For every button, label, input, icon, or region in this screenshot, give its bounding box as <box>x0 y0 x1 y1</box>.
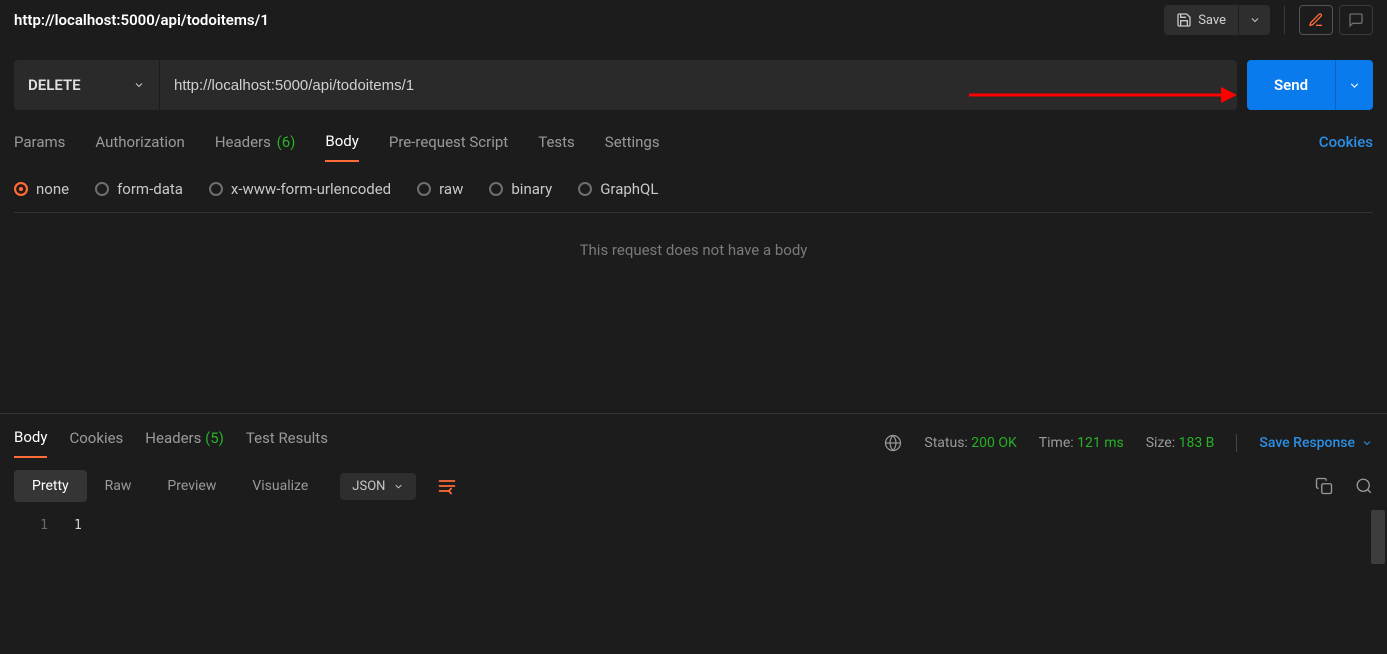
radio-dot-icon <box>209 182 223 196</box>
chevron-down-icon <box>1361 437 1373 449</box>
globe-icon[interactable] <box>884 434 902 452</box>
send-button-group: Send <box>1247 60 1373 110</box>
body-type-binary-label: binary <box>511 180 552 198</box>
response-time[interactable]: Time: 121 ms <box>1039 435 1124 451</box>
edit-button[interactable] <box>1299 5 1333 35</box>
request-tab-title: http://localhost:5000/api/todoitems/1 <box>14 11 1164 29</box>
save-response-label: Save Response <box>1259 435 1355 451</box>
response-tab-headers-count: (5) <box>205 429 224 447</box>
cookies-link[interactable]: Cookies <box>1319 133 1373 161</box>
tab-headers-label: Headers <box>215 133 271 151</box>
tab-settings[interactable]: Settings <box>605 133 660 161</box>
chevron-down-icon <box>393 481 404 492</box>
tab-params[interactable]: Params <box>14 133 65 161</box>
wrap-lines-button[interactable] <box>430 470 464 502</box>
code-text: 1 <box>74 518 82 533</box>
response-size-value: 183 B <box>1179 435 1215 451</box>
response-status[interactable]: Status: 200 OK <box>924 435 1016 451</box>
body-type-none-label: none <box>36 180 69 198</box>
line-number: 1 <box>34 518 48 533</box>
response-tab-headers[interactable]: Headers (5) <box>145 429 224 457</box>
send-dropdown-button[interactable] <box>1335 60 1373 110</box>
tab-body[interactable]: Body <box>325 132 358 162</box>
save-response-button[interactable]: Save Response <box>1259 435 1373 451</box>
radio-dot-icon <box>95 182 109 196</box>
response-size-label: Size: <box>1146 435 1175 451</box>
body-type-form-data[interactable]: form-data <box>95 180 183 198</box>
view-mode-visualize[interactable]: Visualize <box>234 470 326 502</box>
radio-dot-icon <box>578 182 592 196</box>
response-tab-test-results[interactable]: Test Results <box>246 429 328 457</box>
save-button-group: Save <box>1164 5 1270 35</box>
save-button[interactable]: Save <box>1164 5 1238 35</box>
chevron-down-icon <box>133 79 145 91</box>
body-type-x-www[interactable]: x-www-form-urlencoded <box>209 180 391 198</box>
radio-dot-icon <box>14 182 28 196</box>
radio-dot-icon <box>417 182 431 196</box>
request-url-input[interactable] <box>160 60 1237 110</box>
wrap-icon <box>437 477 457 495</box>
body-empty-message: This request does not have a body <box>14 213 1373 413</box>
save-icon <box>1176 12 1192 28</box>
response-tab-cookies[interactable]: Cookies <box>69 429 123 457</box>
chevron-down-icon <box>1249 14 1261 26</box>
response-status-label: Status: <box>924 435 967 451</box>
comment-button[interactable] <box>1339 5 1373 35</box>
body-type-form-data-label: form-data <box>117 180 183 198</box>
pencil-icon <box>1308 12 1324 28</box>
tab-headers-count: (6) <box>277 133 296 151</box>
scrollbar-thumb[interactable] <box>1371 510 1385 564</box>
view-mode-pretty[interactable]: Pretty <box>14 470 87 502</box>
tab-prerequest[interactable]: Pre-request Script <box>389 133 508 161</box>
body-type-binary[interactable]: binary <box>489 180 552 198</box>
body-type-graphql-label: GraphQL <box>600 180 658 198</box>
response-size[interactable]: Size: 183 B <box>1146 435 1215 451</box>
tab-authorization[interactable]: Authorization <box>95 133 184 161</box>
tab-tests[interactable]: Tests <box>538 133 575 161</box>
body-type-raw-label: raw <box>439 180 463 198</box>
code-line: 1 1 <box>14 516 1373 535</box>
comment-icon <box>1348 12 1364 28</box>
body-type-x-www-label: x-www-form-urlencoded <box>231 180 391 198</box>
save-dropdown-button[interactable] <box>1238 5 1270 35</box>
body-type-raw[interactable]: raw <box>417 180 463 198</box>
response-time-value: 121 ms <box>1077 435 1124 451</box>
send-button[interactable]: Send <box>1247 60 1335 110</box>
http-method-select[interactable]: DELETE <box>14 60 160 110</box>
body-type-graphql[interactable]: GraphQL <box>578 180 658 198</box>
divider <box>1284 6 1285 34</box>
chevron-down-icon <box>1348 79 1361 92</box>
response-tab-body[interactable]: Body <box>14 428 47 458</box>
copy-button[interactable] <box>1315 477 1333 495</box>
response-status-value: 200 OK <box>971 435 1017 451</box>
response-body-code[interactable]: 1 1 <box>0 510 1387 575</box>
response-view-mode-segment: Pretty Raw Preview Visualize <box>14 470 326 502</box>
save-label: Save <box>1198 13 1226 28</box>
view-mode-preview[interactable]: Preview <box>149 470 234 502</box>
tab-headers[interactable]: Headers (6) <box>215 133 296 161</box>
divider <box>1236 434 1237 452</box>
response-format-value: JSON <box>352 479 385 494</box>
view-mode-raw[interactable]: Raw <box>87 470 150 502</box>
response-format-select[interactable]: JSON <box>340 473 416 500</box>
body-type-none[interactable]: none <box>14 180 69 198</box>
search-button[interactable] <box>1355 477 1373 495</box>
radio-dot-icon <box>489 182 503 196</box>
response-time-label: Time: <box>1039 435 1074 451</box>
http-method-value: DELETE <box>28 76 81 94</box>
response-tab-headers-label: Headers <box>145 429 201 447</box>
